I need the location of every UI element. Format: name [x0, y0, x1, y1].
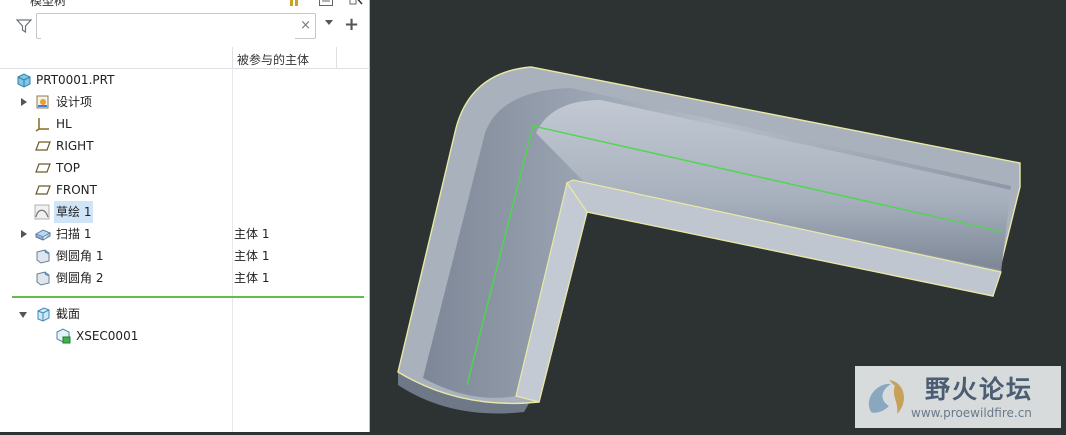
body-cell: 主体 1	[234, 227, 270, 241]
watermark-url: www.proewildfire.cn	[911, 406, 1032, 420]
tree-item-label: HL	[56, 117, 72, 131]
tree-column-header[interactable]	[0, 47, 233, 69]
design-items-icon	[36, 95, 49, 109]
expand-arrow-icon[interactable]	[21, 98, 27, 106]
filter-row: × +	[12, 13, 367, 41]
filter-icon[interactable]	[16, 18, 32, 34]
search-input[interactable]	[41, 15, 295, 39]
expand-arrow-icon[interactable]	[21, 230, 27, 238]
body-cell: 主体 1	[234, 271, 270, 285]
tree-item-label: 倒圆角 2	[56, 271, 104, 285]
tree-item-label: 扫描 1	[56, 227, 92, 241]
collapse-arrow-icon[interactable]	[19, 312, 27, 318]
tree-item-label: PRT0001.PRT	[36, 73, 115, 87]
xsection-icon	[56, 328, 71, 344]
datum-plane-icon	[35, 163, 51, 173]
tree-item-sections[interactable]: 截面	[0, 303, 370, 325]
tree-item-label: 设计项	[56, 95, 93, 109]
tree-item-part[interactable]: PRT0001.PRT	[0, 69, 370, 91]
tree-item-label: 倒圆角 1	[56, 249, 104, 263]
body-cell: 主体 1	[234, 249, 270, 263]
panel-title-icons	[289, 0, 363, 6]
datum-plane-icon	[35, 185, 51, 195]
coordinate-system-icon	[35, 118, 49, 132]
round-icon	[36, 271, 50, 286]
round-icon	[36, 249, 50, 264]
tree-item-label: XSEC0001	[76, 329, 139, 343]
add-button[interactable]: +	[344, 14, 359, 35]
show-hide-icon[interactable]	[349, 0, 363, 6]
sweep-icon	[35, 229, 51, 241]
column-header: 被参与的主体	[0, 47, 370, 69]
tree-item-design-items[interactable]: 设计项	[0, 91, 370, 113]
tree-item-round-1[interactable]: 倒圆角 1 主体 1	[0, 245, 370, 267]
tree-item-label: 草绘 1	[54, 201, 94, 223]
tree-item-round-2[interactable]: 倒圆角 2 主体 1	[0, 267, 370, 289]
flame-logo-icon	[868, 380, 904, 414]
filter-dropdown-button[interactable]	[325, 20, 333, 25]
settings-icon[interactable]	[289, 0, 301, 6]
tree-item-label: 截面	[56, 307, 81, 321]
datum-plane-icon	[35, 141, 51, 151]
tree-item-datum-right[interactable]: RIGHT	[0, 135, 370, 157]
model-tree-panel: 模型树 × + 被参与的主体 PRT0001.PRT 设计项 HL RIGHT …	[0, 0, 370, 432]
tree-item-datum-front[interactable]: FRONT	[0, 179, 370, 201]
section-icon	[37, 307, 50, 322]
tree-item-label: TOP	[56, 161, 81, 175]
watermark-title: 野火论坛	[925, 375, 1034, 404]
tree-item-datum-top[interactable]: TOP	[0, 157, 370, 179]
clear-search-button[interactable]: ×	[300, 18, 311, 34]
part-icon	[17, 73, 31, 88]
tree-item-sweep[interactable]: 扫描 1 主体 1	[0, 223, 370, 245]
pipe-elbow-model[interactable]	[397, 66, 1021, 414]
column-separator[interactable]	[336, 47, 337, 69]
tree-columns-icon[interactable]	[319, 0, 333, 6]
tree-item-xsection[interactable]: XSEC0001	[0, 325, 370, 347]
forum-watermark: 野火论坛 www.proewildfire.cn	[855, 366, 1061, 428]
tree-item-sketch[interactable]: 草绘 1	[0, 201, 370, 223]
sketch-icon	[34, 204, 50, 220]
search-field[interactable]: ×	[36, 13, 316, 39]
panel-title: 模型树	[30, 0, 67, 8]
tree-item-coordinate-system[interactable]: HL	[0, 113, 370, 135]
body-column-header[interactable]: 被参与的主体	[237, 51, 309, 68]
tree-item-label: RIGHT	[56, 139, 94, 153]
tree-item-label: FRONT	[56, 183, 97, 197]
insert-indicator[interactable]	[12, 296, 364, 298]
